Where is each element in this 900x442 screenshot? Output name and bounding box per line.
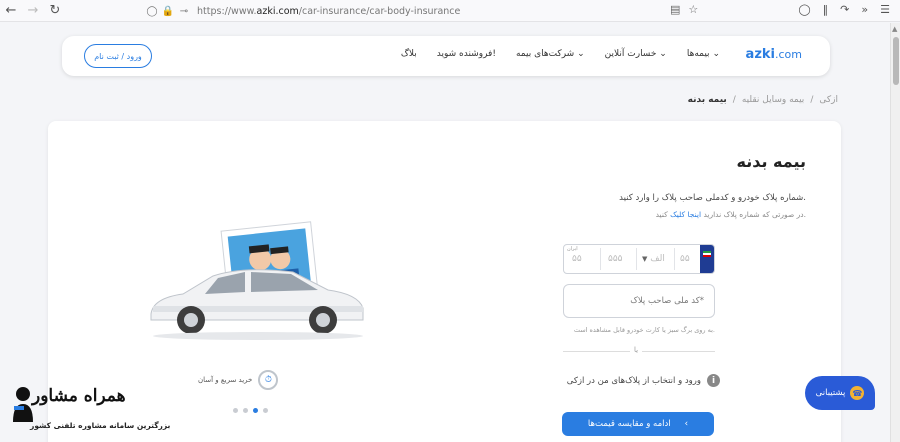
support-chat-button[interactable]: پشتیبانی ☎ <box>805 376 875 410</box>
login-signup-button[interactable]: ورود / ثبت نام <box>84 44 152 68</box>
scrollbar-thumb[interactable] <box>893 37 899 85</box>
library-icon[interactable]: ‖ <box>823 3 829 16</box>
breadcrumb-vehicle-insurance[interactable]: بیمه وسایل نقلیه <box>742 95 805 105</box>
sync-icon[interactable]: ↷ <box>840 3 849 16</box>
pocket-icon[interactable]: ◯ <box>798 3 810 16</box>
reader-view-icon[interactable]: ▤ <box>670 3 680 16</box>
permissions-icon: ⊸ <box>179 5 189 17</box>
breadcrumb-current: بیمه بدنه <box>687 95 727 105</box>
chevron-left-icon: ‹ <box>684 419 689 429</box>
lock-icon: 🔒 <box>161 5 175 17</box>
plate-country-strip <box>700 245 714 273</box>
stopwatch-icon: ⏱ <box>258 370 279 390</box>
breadcrumb-home[interactable]: ازکی <box>819 95 838 105</box>
menu-item-become-seller[interactable]: فروشنده شوید! <box>437 49 496 59</box>
feature-fast-purchase: خرید سریع و آسان ⏱ <box>198 370 279 390</box>
plate-iran-label: ایران <box>567 246 578 252</box>
forward-icon[interactable]: → <box>22 0 44 22</box>
national-code-placeholder: کد ملی صاحب پلاک* <box>630 296 704 306</box>
plate-letter-select[interactable]: ▼ الف <box>642 254 665 264</box>
plate-two-digit-field[interactable]: ۵۵ <box>680 254 690 264</box>
no-plate-hint: در صورتی که شماره پلاک ندارید اینجا کلیک… <box>655 210 806 219</box>
carousel-dot[interactable] <box>233 408 238 413</box>
national-code-hint: به روی برگ سبز یا کارت خودرو قابل مشاهده… <box>573 326 715 334</box>
site-header: azki.com بیمه‌ها ⌄ خسارت آنلاین ⌄ شرکت‌ه… <box>62 36 830 76</box>
reload-icon[interactable]: ↻ <box>44 0 66 22</box>
browser-toolbar: ← → ↻ ◯ 🔒 ⊸ https://www.azki.com/car-ins… <box>0 0 900 22</box>
info-icon: i <box>707 374 720 387</box>
no-plate-link[interactable]: اینجا کلیک <box>670 210 701 219</box>
chevron-down-icon: ⌄ <box>659 49 667 59</box>
breadcrumb: ازکی / بیمه وسایل نقلیه / بیمه بدنه <box>688 95 838 105</box>
azki-logo[interactable]: azki.com <box>746 47 802 62</box>
breadcrumb-separator: / <box>810 95 814 105</box>
plate-three-digit-field[interactable]: ۵۵۵ <box>608 254 623 264</box>
form-instruction: شماره پلاک خودرو و کدملی صاحب پلاک را وا… <box>619 193 806 203</box>
car-illustration <box>150 221 364 340</box>
url-text[interactable]: https://www.azki.com/car-insurance/car-b… <box>197 6 460 17</box>
iran-flag-icon <box>703 251 711 257</box>
carousel-dots <box>233 408 268 413</box>
back-icon[interactable]: ← <box>0 0 22 22</box>
headset-icon: ☎ <box>850 386 865 400</box>
breadcrumb-separator: / <box>732 95 736 105</box>
menu-item-insurances[interactable]: بیمه‌ها ⌄ <box>687 49 720 59</box>
chevron-down-icon: ⌄ <box>712 49 720 59</box>
carousel-dot[interactable] <box>243 408 248 413</box>
national-code-field[interactable]: کد ملی صاحب پلاک* <box>563 284 715 318</box>
watermark-brand: همراه مشاور <box>32 386 126 406</box>
chevron-down-icon: ▼ <box>642 255 648 263</box>
divider-or-text: یا <box>630 346 643 354</box>
select-my-plates-label[interactable]: ورود و انتخاب از پلاک‌های من در ازکی <box>567 376 701 386</box>
chevron-down-icon: ⌄ <box>577 49 585 59</box>
plate-region-field[interactable]: ۵۵ <box>572 254 582 264</box>
extensions-icon[interactable]: » <box>861 3 868 16</box>
select-my-plates-row[interactable]: ورود و انتخاب از پلاک‌های من در ازکی i <box>567 374 720 387</box>
watermark-logo: همراه مشاور بزرگترین سامانه مشاوره تلفنی… <box>10 380 190 442</box>
carousel-dot[interactable] <box>263 408 268 413</box>
license-plate-input[interactable]: ایران ۵۵ ۵۵۵ ▼ الف ۵۵ <box>563 244 715 274</box>
shield-icon: ◯ <box>146 5 158 17</box>
carousel-dot-active[interactable] <box>253 408 258 413</box>
scroll-up-icon[interactable]: ▲ <box>892 25 897 33</box>
continue-compare-button[interactable]: ادامه و مقایسه قیمت‌ها ‹ <box>562 412 714 436</box>
watermark-tagline: بزرگترین سامانه مشاوره تلفنی کشور <box>30 421 171 430</box>
address-bar[interactable]: ◯ 🔒 ⊸ https://www.azki.com/car-insurance… <box>145 2 710 20</box>
menu-icon[interactable]: ☰ <box>880 3 890 16</box>
page-scrollbar[interactable]: ▲ <box>890 23 900 442</box>
main-menu: بیمه‌ها ⌄ خسارت آنلاین ⌄ شرکت‌های بیمه ⌄… <box>401 49 720 59</box>
bookmark-star-icon[interactable]: ☆ <box>688 3 698 16</box>
page-title: بیمه بدنه <box>736 152 807 171</box>
menu-item-online-claims[interactable]: خسارت آنلاین ⌄ <box>605 49 667 59</box>
menu-item-blog[interactable]: بلاگ <box>401 49 417 59</box>
menu-item-insurance-companies[interactable]: شرکت‌های بیمه ⌄ <box>516 49 585 59</box>
